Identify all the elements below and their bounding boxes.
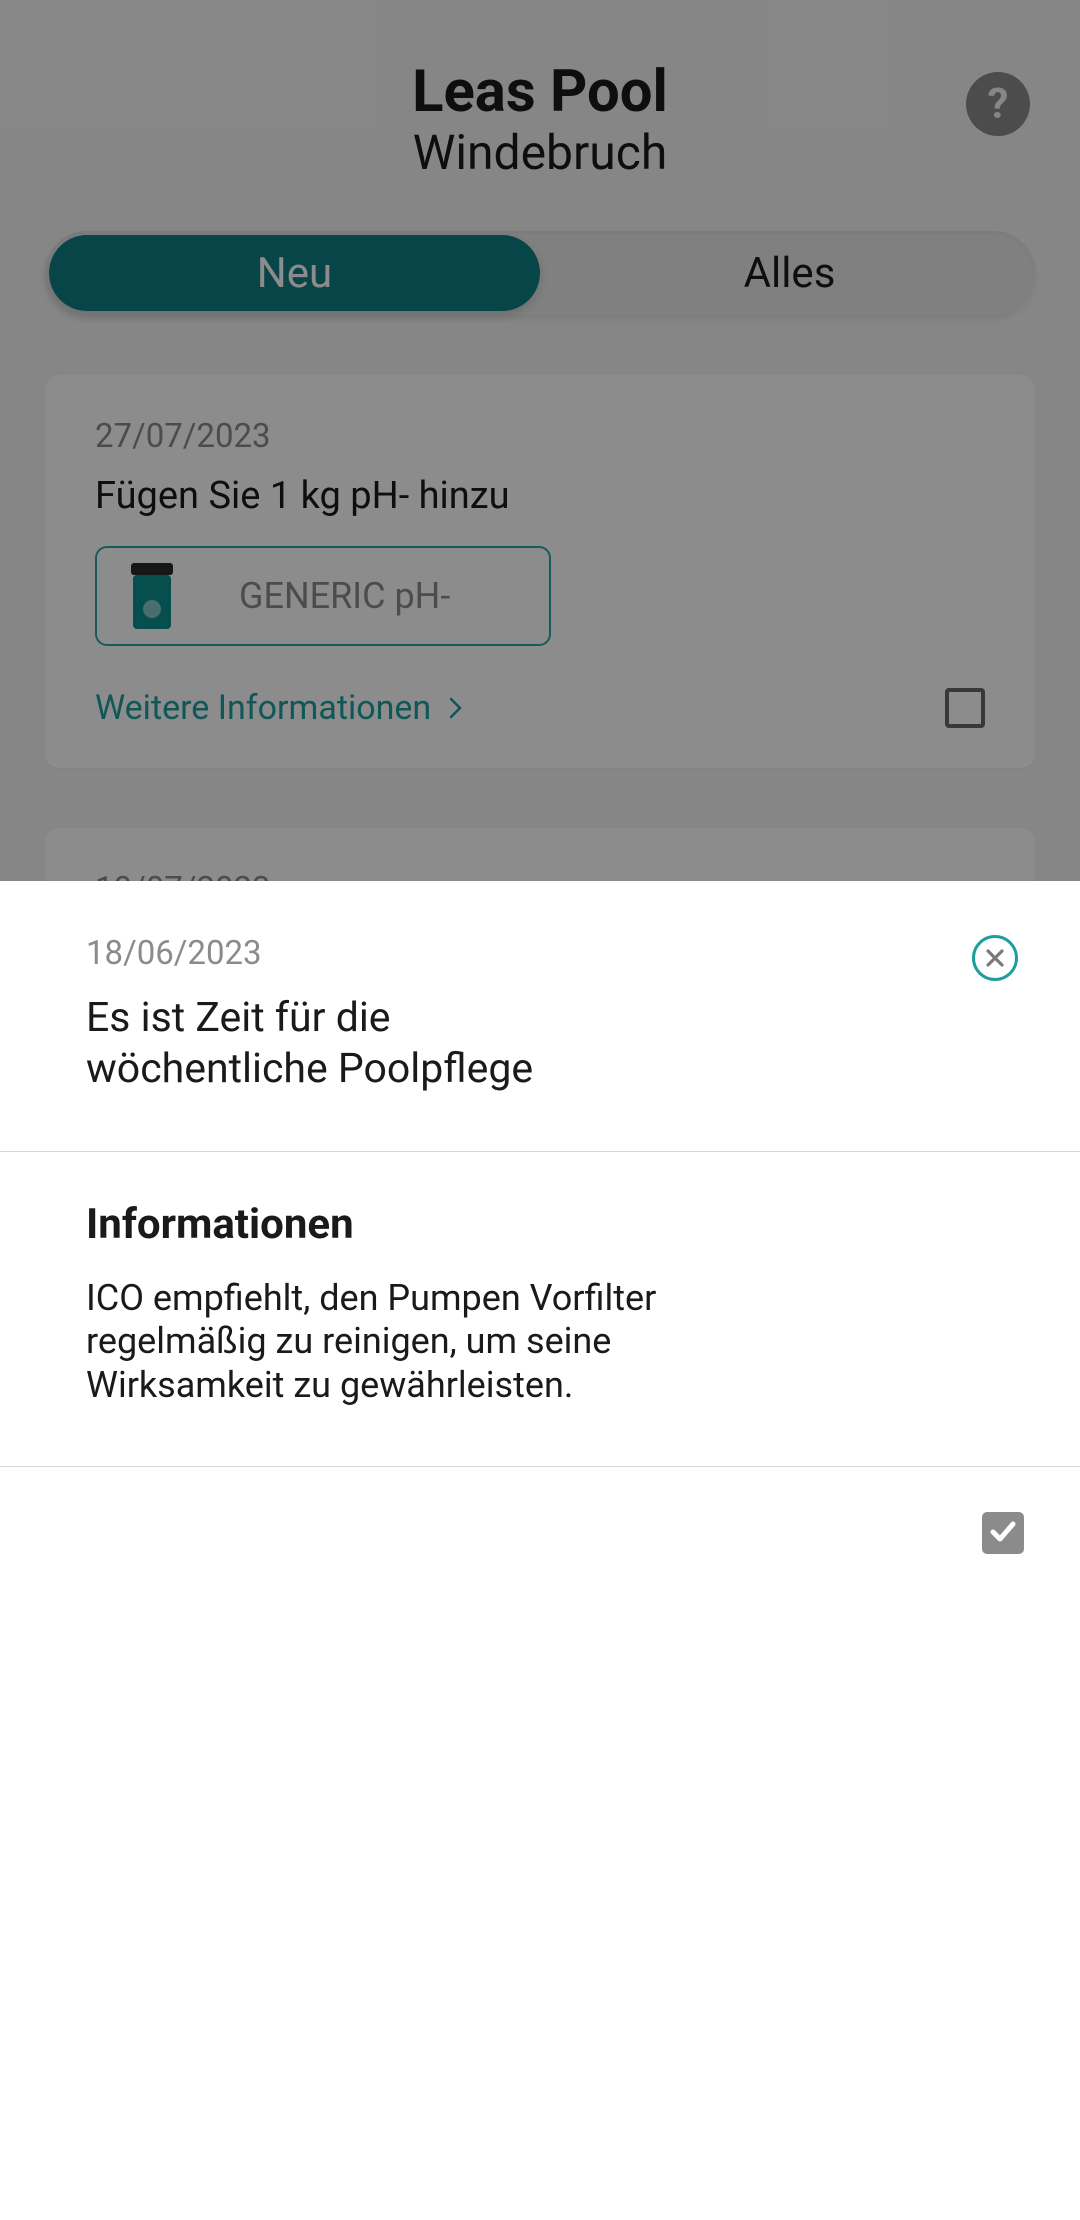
sheet-body-text: ICO empfiehlt, den Pumpen Vorfilter rege… bbox=[86, 1277, 706, 1409]
mark-done-checkbox[interactable] bbox=[982, 1512, 1024, 1554]
sheet-footer bbox=[0, 1467, 1080, 1554]
sheet-header: 18/06/2023 Es ist Zeit für die wöchentli… bbox=[0, 881, 1080, 1152]
sheet-date: 18/06/2023 bbox=[86, 934, 994, 973]
detail-sheet: 18/06/2023 Es ist Zeit für die wöchentli… bbox=[0, 881, 1080, 2220]
check-icon bbox=[988, 1516, 1018, 1550]
close-button[interactable] bbox=[972, 935, 1018, 981]
sheet-title: Es ist Zeit für die wöchentliche Poolpfl… bbox=[86, 993, 556, 1096]
sheet-section-title: Informationen bbox=[86, 1200, 994, 1249]
sheet-body: Informationen ICO empfiehlt, den Pumpen … bbox=[0, 1152, 1080, 1467]
close-icon bbox=[984, 947, 1006, 969]
